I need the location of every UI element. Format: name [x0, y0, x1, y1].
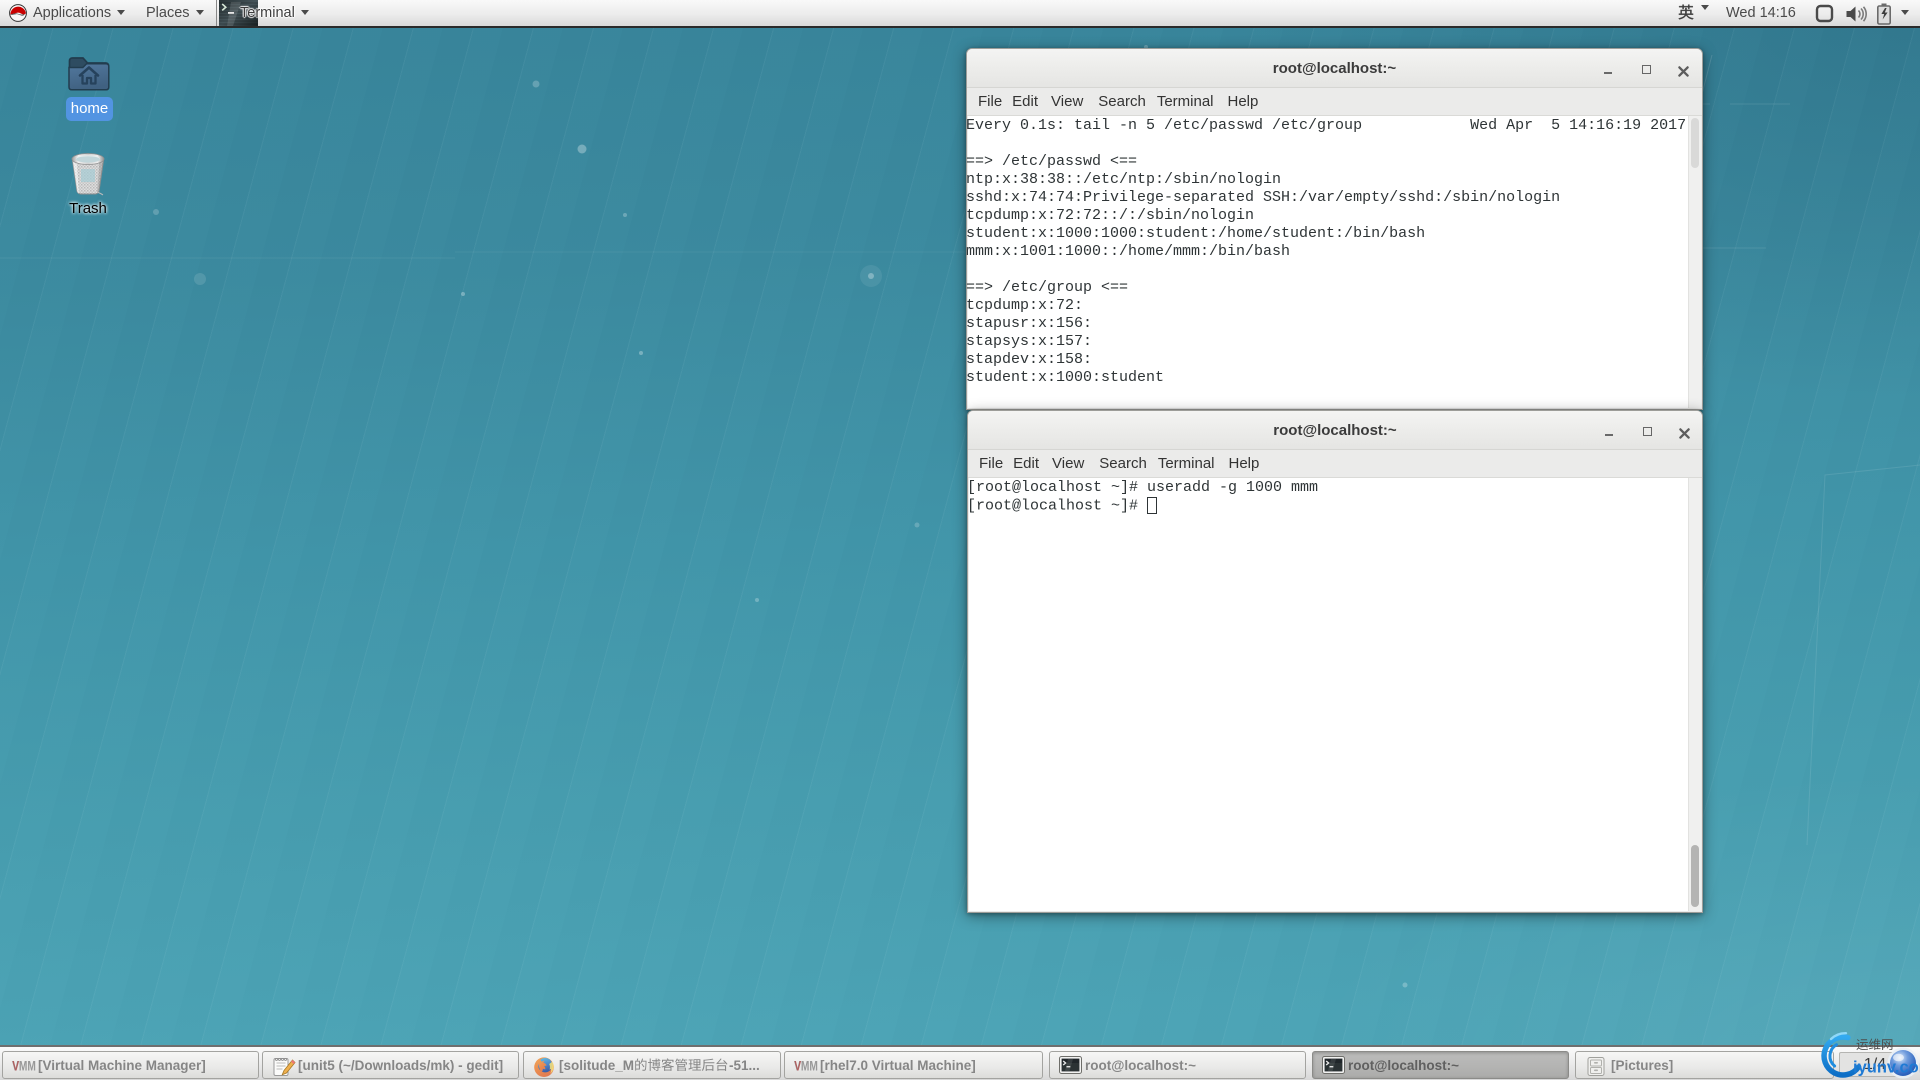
svg-text:iyunv.com: iyunv.com: [1853, 1059, 1920, 1077]
svg-text:V: V: [12, 1058, 20, 1074]
svg-text:V: V: [794, 1058, 802, 1074]
